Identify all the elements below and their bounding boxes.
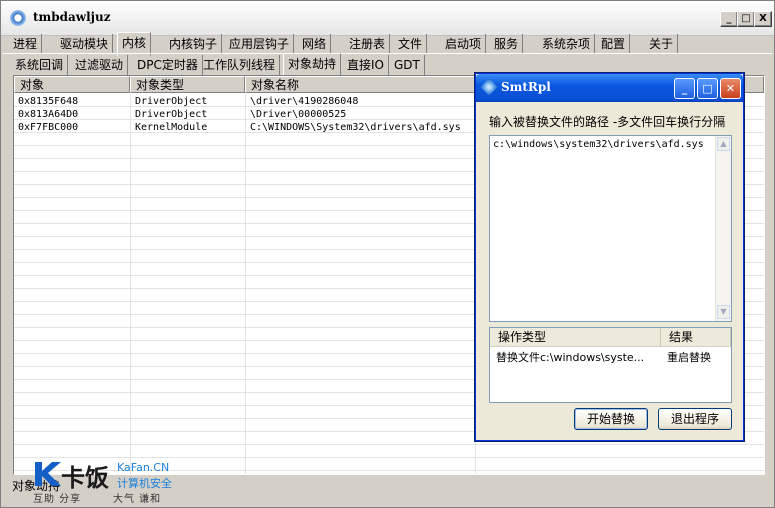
path-scrollbar[interactable]: ▲ ▼ [715, 136, 731, 321]
start-replace-button[interactable]: 开始替换 [574, 408, 648, 430]
path-value: c:\windows\system32\drivers\afd.sys [493, 139, 704, 150]
tab-system-misc[interactable]: 系统杂项 [538, 34, 596, 54]
subtab-direct-io[interactable]: 直接IO [343, 55, 389, 75]
tab-process[interactable]: 进程 [9, 34, 43, 54]
column-header-object[interactable]: 对象 [14, 76, 130, 93]
tab-kernel-hooks[interactable]: 内核钩子 [165, 34, 223, 54]
kafan-watermark: 卡饭 KaFan.CN 计算机安全 互助 分享 大气 谦和 [33, 458, 183, 505]
subtab-gdt[interactable]: GDT [390, 55, 425, 75]
subtab-system-callbacks[interactable]: 系统回调 [11, 55, 69, 75]
app-icon [10, 10, 26, 26]
brand-site: KaFan.CN [117, 461, 170, 474]
dialog-close-button[interactable]: ✕ [720, 78, 741, 99]
tab-files[interactable]: 文件 [394, 34, 428, 54]
brand-tag: 计算机安全 [117, 477, 172, 490]
path-textarea[interactable]: c:\windows\system32\drivers\afd.sys ▲ ▼ [489, 135, 732, 322]
dialog-title-bar[interactable]: SmtRpl _ □ ✕ [476, 74, 743, 102]
slogan-modest: 大气 谦和 [113, 494, 162, 505]
result-list[interactable]: 操作类型 结果 替换文件c:\windows\syste... 重启替换 [489, 327, 732, 403]
column-divider [130, 93, 131, 474]
exit-program-button[interactable]: 退出程序 [658, 408, 732, 430]
replace-dialog: SmtRpl _ □ ✕ 输入被替换文件的路径 -多文件回车换行分隔 c:\wi… [475, 73, 744, 441]
brand-name: 卡饭 [61, 464, 109, 492]
dialog-app-icon [480, 78, 498, 96]
result-operation: 替换文件c:\windows\syste... [496, 351, 645, 364]
grid-line [14, 444, 764, 445]
tab-services[interactable]: 服务 [490, 34, 524, 54]
instruction-label: 输入被替换文件的路径 -多文件回车换行分隔 [489, 115, 726, 129]
tab-divider [3, 53, 772, 54]
tab-driver-modules[interactable]: 驱动模块 [56, 34, 114, 54]
column-header-operation[interactable]: 操作类型 [490, 328, 661, 347]
column-header-object-type[interactable]: 对象类型 [130, 76, 245, 93]
maximize-button[interactable]: □ [737, 11, 755, 27]
column-header-result[interactable]: 结果 [661, 328, 731, 347]
tab-config[interactable]: 配置 [597, 34, 631, 54]
dialog-maximize-button[interactable]: □ [697, 78, 718, 99]
column-divider [245, 93, 246, 474]
tab-network[interactable]: 网络 [298, 34, 332, 54]
scroll-down-icon[interactable]: ▼ [717, 305, 730, 319]
tab-startup[interactable]: 启动项 [441, 34, 487, 54]
window-title: tmbdawljuz [33, 10, 111, 24]
subtab-dpc-timers[interactable]: DPC定时器 [133, 55, 203, 75]
result-status: 重启替换 [667, 351, 711, 364]
k-logo-icon [35, 462, 61, 486]
tab-about[interactable]: 关于 [645, 34, 679, 54]
scroll-up-icon[interactable]: ▲ [717, 137, 730, 151]
tab-app-hooks[interactable]: 应用层钩子 [225, 34, 295, 54]
dialog-title: SmtRpl [501, 80, 551, 94]
subtab-object-hijack[interactable]: 对象劫持 [283, 53, 342, 77]
slogan-share: 互助 分享 [33, 494, 82, 505]
title-bar[interactable]: tmbdawljuz _ □ X [1, 1, 774, 36]
minimize-button[interactable]: _ [720, 11, 738, 27]
close-button[interactable]: X [754, 11, 772, 27]
dialog-minimize-button[interactable]: _ [674, 78, 695, 99]
subtab-work-queue-threads[interactable]: 工作队列线程 [199, 55, 281, 75]
tab-registry[interactable]: 注册表 [345, 34, 391, 54]
column-header-object-name[interactable]: 对象名称 [245, 76, 475, 93]
subtab-filter-drivers[interactable]: 过滤驱动 [71, 55, 129, 75]
